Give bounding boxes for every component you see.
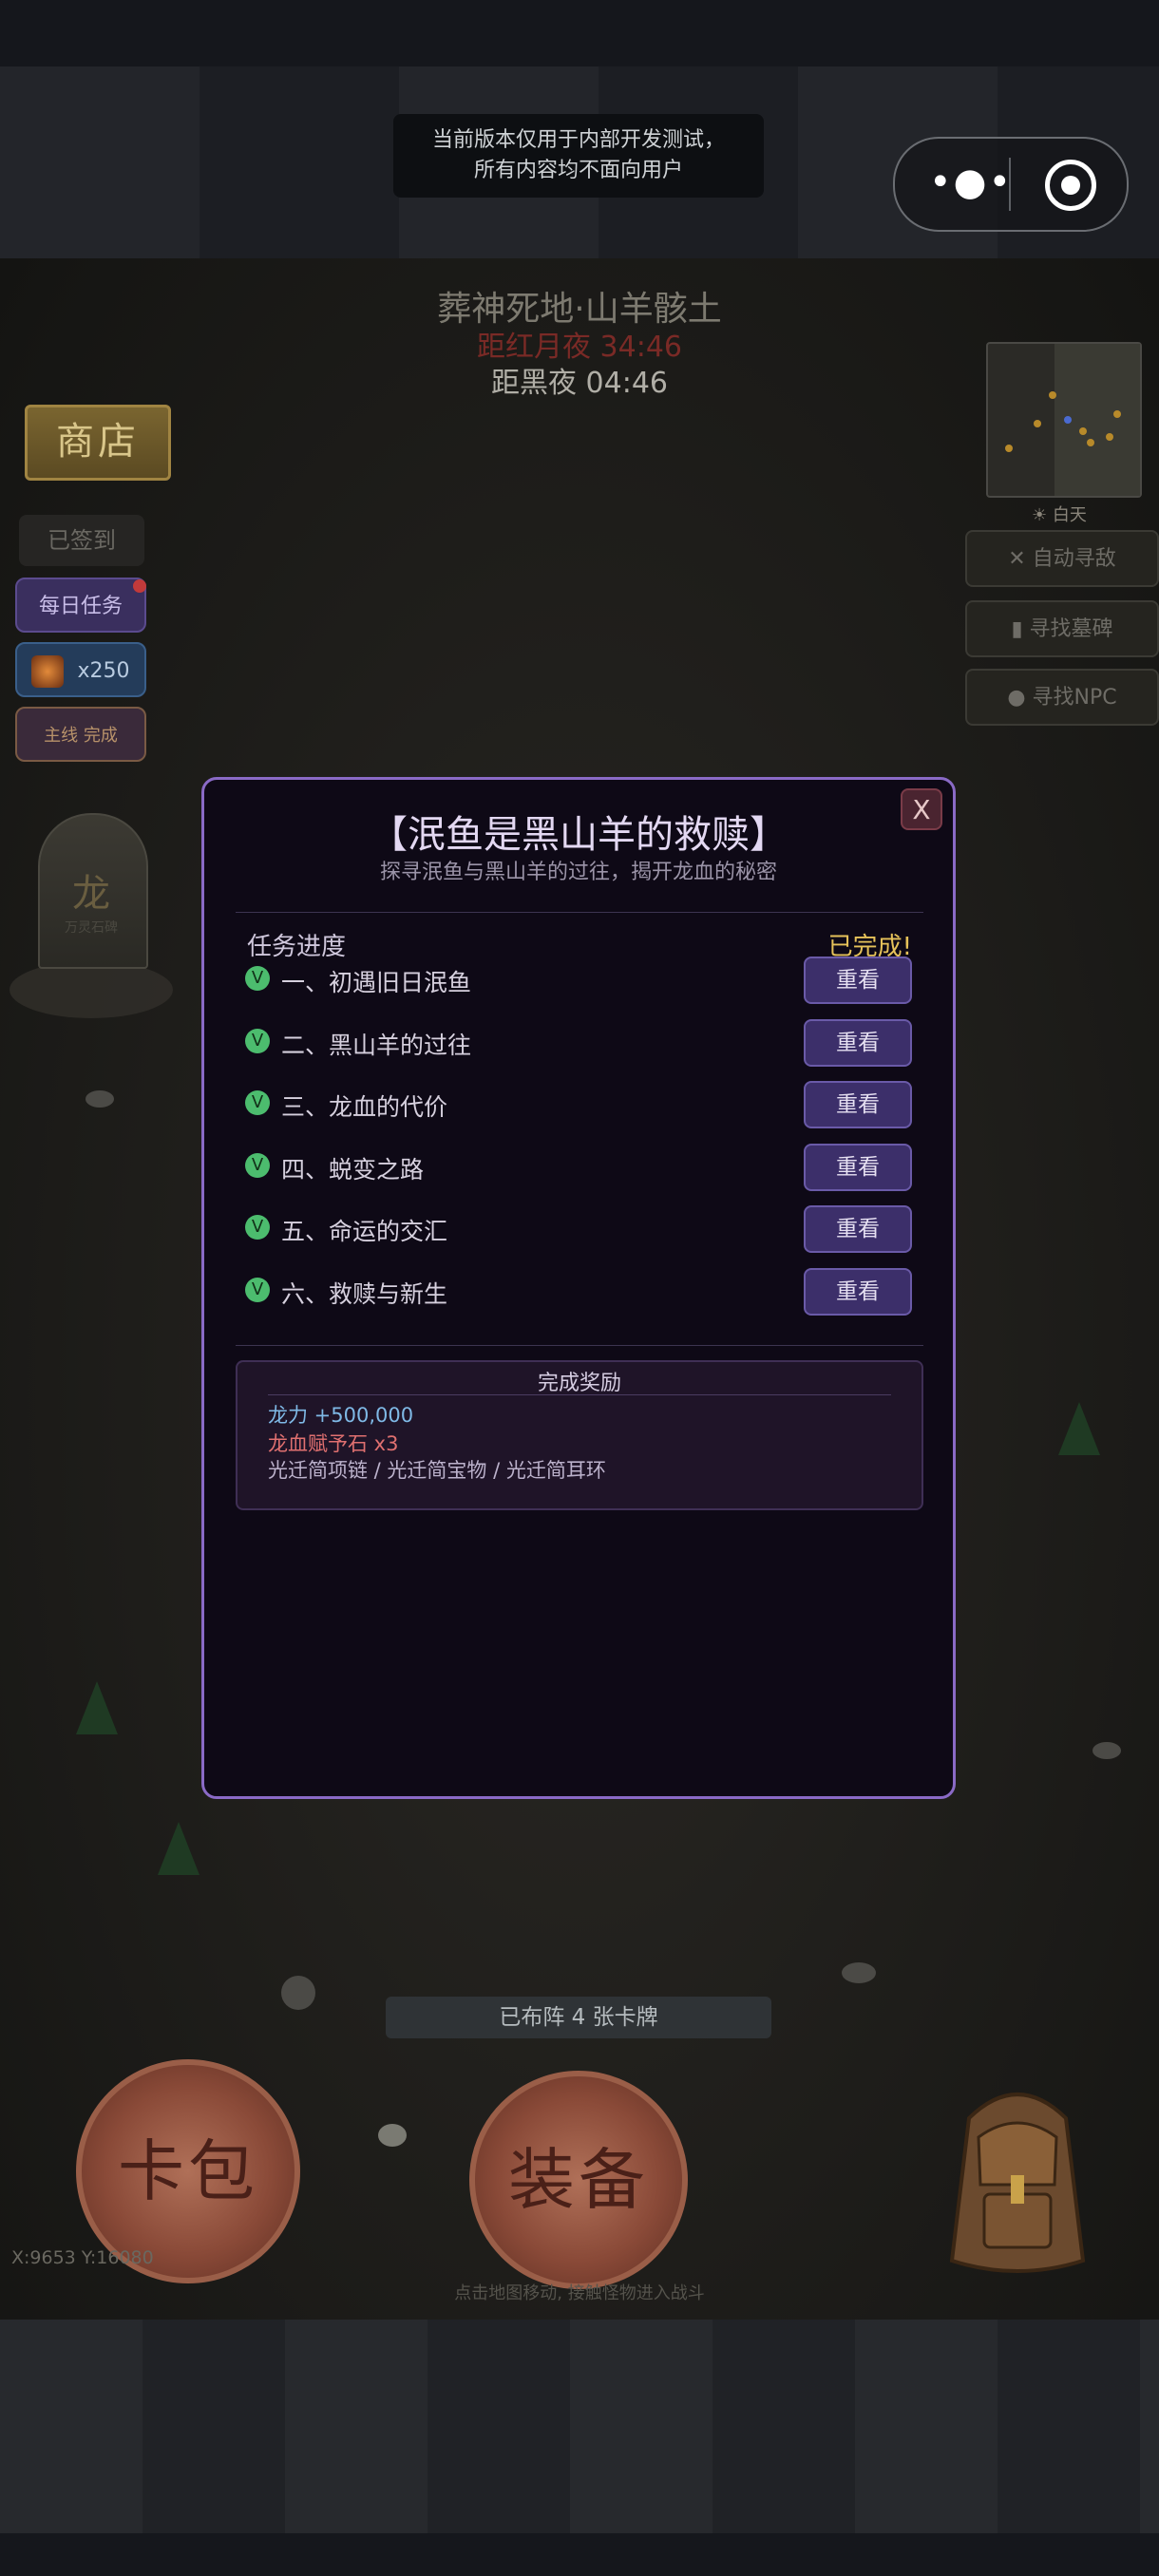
gem-counter-button[interactable]: x250 — [15, 642, 146, 697]
dev-notice-line1: 当前版本仅用于内部开发测试， — [431, 128, 725, 152]
more-dots-icon[interactable]: •●• — [929, 163, 1013, 201]
quest-subtitle: 探寻泯鱼与黑山羊的过往，揭开龙血的秘密 — [379, 861, 777, 884]
player-coordinates: X:9653 Y:16080 — [11, 2247, 154, 2268]
capsule-divider — [1009, 158, 1011, 211]
find-grave-button[interactable]: ▮ 寻找墓碑 — [965, 600, 1159, 657]
rock — [281, 1976, 315, 2010]
reward-item: 龙血赋予石 x3 — [268, 1432, 399, 1455]
replay-button[interactable]: 重看 — [804, 1019, 912, 1067]
minimap-marker — [1087, 439, 1094, 446]
notification-dot — [133, 579, 146, 593]
quest-row: V 三、龙血的代价 重看 — [236, 1077, 923, 1130]
minimap-marker — [1113, 410, 1121, 418]
divider — [268, 1394, 891, 1395]
check-icon: V — [245, 1029, 270, 1053]
replay-button[interactable]: 重看 — [804, 1081, 912, 1128]
dev-notice-banner: 当前版本仅用于内部开发测试， 所有内容均不面向用户 — [393, 114, 764, 198]
dev-notice-line2: 所有内容均不面向用户 — [473, 159, 683, 182]
gem-count: x250 — [77, 659, 130, 683]
rewards-title: 完成奖励 — [537, 1372, 621, 1395]
quest-row: V 二、黑山羊的过往 重看 — [236, 1015, 923, 1069]
divider — [236, 1345, 923, 1346]
shop-button[interactable]: 商店 — [25, 405, 171, 481]
check-icon: V — [245, 1090, 270, 1115]
quest-name: 五、命运的交汇 — [281, 1218, 448, 1245]
tree — [158, 1822, 200, 1875]
rock — [1092, 1742, 1121, 1759]
replay-button[interactable]: 重看 — [804, 1144, 912, 1191]
quest-name: 一、初遇旧日泯鱼 — [281, 969, 472, 996]
check-icon: V — [245, 1278, 270, 1302]
miniprogram-capsule: •●• — [893, 137, 1129, 232]
footer-background — [0, 2320, 1159, 2533]
quest-name: 四、蜕变之路 — [281, 1156, 425, 1184]
replay-button[interactable]: 重看 — [804, 957, 912, 1004]
night-countdown: 距黑夜 04:46 — [491, 367, 668, 400]
quest-name: 二、黑山羊的过往 — [281, 1032, 472, 1059]
minimap-marker — [1106, 433, 1113, 441]
quest-title: 【泯鱼是黑山羊的救赎】 — [370, 813, 788, 857]
reward-item: 光迁简项链 / 光迁简宝物 / 光迁简耳环 — [268, 1459, 606, 1482]
home-indicator-area — [0, 2533, 1159, 2576]
statue-base — [10, 961, 173, 1018]
equipment-button[interactable]: 装备 — [469, 2071, 688, 2289]
check-icon: V — [245, 966, 270, 991]
tree — [76, 1681, 118, 1734]
auto-find-enemy-button[interactable]: ✕ 自动寻敌 — [965, 530, 1159, 587]
daily-tasks-button[interactable]: 每日任务 — [15, 578, 146, 633]
quest-row: V 五、命运的交汇 重看 — [236, 1202, 923, 1255]
find-npc-button[interactable]: ● 寻找NPC — [965, 669, 1159, 726]
replay-button[interactable]: 重看 — [804, 1205, 912, 1253]
tree — [1058, 1402, 1100, 1455]
minimap-marker — [1079, 427, 1087, 435]
quest-name: 六、救赎与新生 — [281, 1280, 448, 1308]
minimap-marker — [1005, 445, 1013, 452]
minimap-player-marker — [1064, 416, 1072, 424]
rock — [86, 1090, 114, 1108]
reward-item: 龙力 +500,000 — [268, 1404, 414, 1427]
minimap-marker — [1034, 420, 1041, 427]
quest-row: V 六、救赎与新生 重看 — [236, 1264, 923, 1317]
deck-status: 已布阵 4 张卡牌 — [386, 1997, 771, 2038]
replay-button[interactable]: 重看 — [804, 1268, 912, 1316]
stone-tablet-caption: 万灵石碑 — [65, 920, 118, 936]
quest-name: 三、龙血的代价 — [281, 1093, 448, 1121]
gem-icon — [31, 655, 65, 688]
cat-icon — [378, 2124, 407, 2147]
minimap[interactable] — [986, 342, 1142, 498]
rock — [842, 1962, 876, 1983]
main-quest-button[interactable]: 主线 完成 — [15, 707, 146, 762]
signed-in-badge: 已签到 — [19, 515, 144, 566]
target-icon[interactable] — [1045, 160, 1096, 211]
check-icon: V — [245, 1153, 270, 1178]
quest-row: V 一、初遇旧日泯鱼 重看 — [236, 953, 923, 1006]
control-hint: 点击地图移动, 接触怪物进入战斗 — [454, 2283, 705, 2303]
divider — [236, 912, 923, 913]
status-bar — [0, 0, 1159, 66]
stone-tablet-char: 龙 — [72, 872, 110, 916]
quest-row: V 四、蜕变之路 重看 — [236, 1140, 923, 1193]
check-icon: V — [245, 1215, 270, 1240]
backpack-icon[interactable] — [912, 2080, 1123, 2282]
minimap-marker — [1049, 391, 1056, 399]
day-indicator: ☀ 白天 — [1032, 505, 1087, 525]
